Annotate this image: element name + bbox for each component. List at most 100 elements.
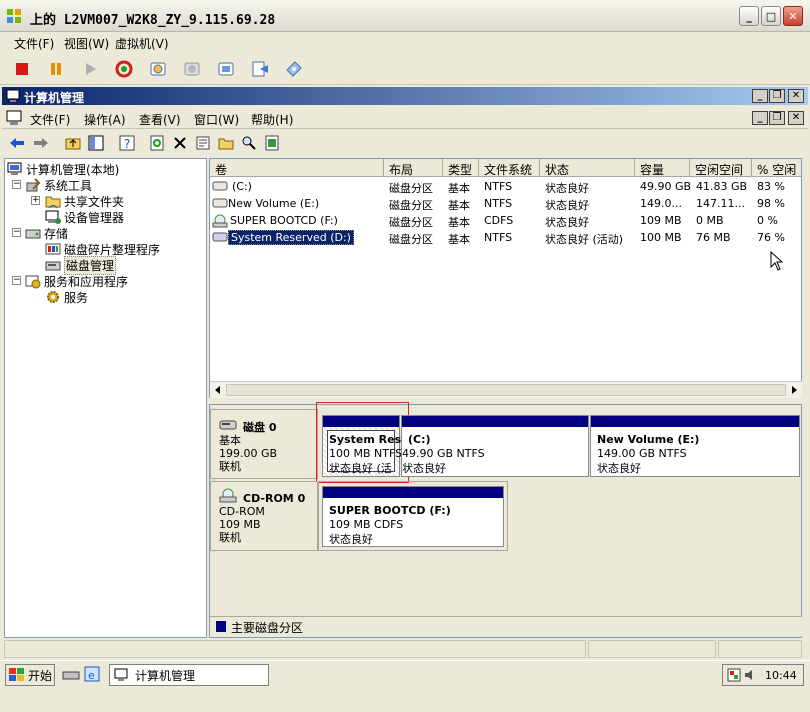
volume-list: 卷 布局 类型 文件系统 状态 容量 空闲空间 % 空闲 (C:) 磁盘分区 基…	[209, 158, 802, 398]
tree-root[interactable]: 计算机管理(本地)	[7, 161, 119, 177]
computer-icon	[6, 89, 20, 102]
close-button[interactable]: ✕	[783, 6, 803, 26]
cell-free-space: 0 MB	[696, 214, 724, 227]
snapshot-manager-icon[interactable]	[215, 58, 237, 80]
menu-help[interactable]: 帮助(H)	[251, 111, 293, 128]
computer-icon	[114, 668, 128, 681]
quicklaunch-ie-icon[interactable]: e	[84, 666, 100, 682]
col-capacity[interactable]: 容量	[635, 159, 690, 177]
app-minimize-button[interactable]: _	[752, 89, 768, 103]
tree-shared-folders[interactable]: 共享文件夹	[45, 193, 124, 209]
svg-text:?: ?	[124, 137, 130, 151]
menu-view[interactable]: 查看(V)	[139, 111, 181, 128]
child-restore-button[interactable]: ❐	[769, 111, 785, 125]
vmware-tools-icon[interactable]	[283, 58, 305, 80]
partition-detail: 109 MB CDFS	[329, 518, 404, 531]
tree-storage[interactable]: 存储	[25, 225, 68, 241]
pause-icon[interactable]	[45, 58, 67, 80]
status-bar-pane	[588, 640, 716, 658]
col-filesystem[interactable]: 文件系统	[479, 159, 540, 177]
app-restore-button[interactable]: ❐	[769, 89, 785, 103]
app-close-button[interactable]: ✕	[788, 89, 804, 103]
revert-icon[interactable]	[181, 58, 203, 80]
disk0-size: 199.00 GB	[219, 447, 278, 460]
menu-file[interactable]: 文件(F)	[30, 111, 70, 128]
vm-toolbar	[0, 53, 810, 85]
child-close-button[interactable]: ✕	[788, 111, 804, 125]
defrag-icon	[45, 243, 61, 255]
collapse-toggle[interactable]: −	[12, 180, 21, 189]
table-row[interactable]: SUPER BOOTCD (F:) 磁盘分区 基本 CDFS 状态良好 109 …	[210, 212, 801, 229]
scroll-left-arrow-icon[interactable]	[210, 382, 226, 398]
stop-icon[interactable]	[11, 58, 33, 80]
console-tree: 计算机管理(本地) − 系统工具 + 共享文件夹 设备管理器 − 存储 磁盘碎片…	[4, 158, 207, 638]
play-icon[interactable]	[79, 58, 101, 80]
col-free-space[interactable]: 空闲空间	[690, 159, 752, 177]
snapshot-icon[interactable]	[147, 58, 169, 80]
quicklaunch-disk-icon[interactable]	[62, 669, 80, 681]
col-layout[interactable]: 布局	[384, 159, 443, 177]
reset-icon[interactable]	[113, 58, 135, 80]
drive-icon	[212, 181, 228, 191]
scroll-right-arrow-icon[interactable]	[786, 382, 802, 398]
partition-detail: 149.00 GB NTFS	[597, 447, 687, 460]
col-status[interactable]: 状态	[540, 159, 635, 177]
tree-disk-management[interactable]: 磁盘管理	[45, 255, 117, 275]
selection-highlight-box	[316, 402, 409, 483]
system-tray: 10:44	[722, 664, 804, 686]
vm-menu-file[interactable]: 文件(F)	[14, 35, 54, 52]
partition-e[interactable]: New Volume (E:) 149.00 GB NTFS 状态良好	[590, 415, 800, 477]
disk0-status: 联机	[219, 460, 241, 473]
tree-system-tools[interactable]: 系统工具	[25, 177, 92, 193]
menu-window[interactable]: 窗口(W)	[194, 111, 239, 128]
tree-services-apps[interactable]: 服务和应用程序	[25, 273, 128, 289]
cdrom0-type: CD-ROM	[219, 505, 265, 518]
table-row[interactable]: (C:) 磁盘分区 基本 NTFS 状态良好 49.90 GB 41.83 GB…	[210, 178, 801, 195]
tree-device-manager[interactable]: 设备管理器	[45, 209, 124, 225]
col-volume[interactable]: 卷	[210, 159, 384, 177]
scroll-thumb[interactable]	[226, 384, 786, 396]
tree-services[interactable]: 服务	[45, 289, 88, 305]
partition-c[interactable]: (C:) 49.90 GB NTFS 状态良好	[401, 415, 589, 477]
volume-icon[interactable]	[743, 668, 757, 682]
partition-name: SUPER BOOTCD (F:)	[329, 504, 451, 517]
up-folder-icon[interactable]	[64, 134, 82, 152]
col-type[interactable]: 类型	[443, 159, 479, 177]
cdrom0-size: 109 MB	[219, 518, 261, 531]
export-list-icon[interactable]	[263, 134, 281, 152]
vm-menu-view[interactable]: 视图(W)	[64, 35, 109, 52]
cdrom0-label-panel[interactable]: CD-ROM 0 CD-ROM 109 MB 联机	[210, 481, 318, 551]
menu-action[interactable]: 操作(A)	[84, 111, 126, 128]
start-button[interactable]: 开始	[5, 664, 55, 686]
list-horizontal-scrollbar[interactable]	[210, 381, 802, 398]
show-tree-icon[interactable]	[87, 134, 105, 152]
cell-percent-free: 83 %	[757, 180, 785, 193]
col-percent-free[interactable]: % 空闲	[752, 159, 801, 177]
delete-icon[interactable]	[171, 134, 189, 152]
back-icon[interactable]	[8, 134, 26, 152]
help-icon[interactable]: ?	[118, 134, 136, 152]
vm-title-bar: 上的 L2VM007_W2K8_ZY_9.115.69.28 _ □ ✕	[0, 0, 810, 32]
taskbar-app-button[interactable]: 计算机管理	[109, 664, 269, 686]
collapse-toggle[interactable]: −	[12, 276, 21, 285]
expand-toggle[interactable]: +	[31, 196, 40, 205]
table-row[interactable]: System Reserved (D:) 磁盘分区 基本 NTFS 状态良好 (…	[210, 229, 801, 246]
cell-type: 基本	[448, 216, 470, 229]
properties-icon[interactable]	[194, 134, 212, 152]
vm-menu-vm[interactable]: 虚拟机(V)	[115, 35, 169, 52]
disk0-label-panel[interactable]: 磁盘 0 基本 199.00 GB 联机	[210, 409, 318, 479]
maximize-button[interactable]: □	[761, 6, 781, 26]
table-row[interactable]: New Volume (E:) 磁盘分区 基本 NTFS 状态良好 149.0.…	[210, 195, 801, 212]
partition-f[interactable]: SUPER BOOTCD (F:) 109 MB CDFS 状态良好	[322, 486, 504, 547]
search-icon[interactable]	[240, 134, 258, 152]
child-minimize-button[interactable]: _	[752, 111, 768, 125]
settings-icon[interactable]	[249, 58, 271, 80]
cd-drive-icon	[219, 488, 237, 503]
open-folder-icon[interactable]	[217, 134, 235, 152]
collapse-toggle[interactable]: −	[12, 228, 21, 237]
minimize-button[interactable]: _	[739, 6, 759, 26]
network-icon[interactable]	[727, 668, 741, 682]
refresh-icon[interactable]	[148, 134, 166, 152]
cell-layout: 磁盘分区	[389, 182, 433, 195]
forward-icon[interactable]	[32, 134, 50, 152]
